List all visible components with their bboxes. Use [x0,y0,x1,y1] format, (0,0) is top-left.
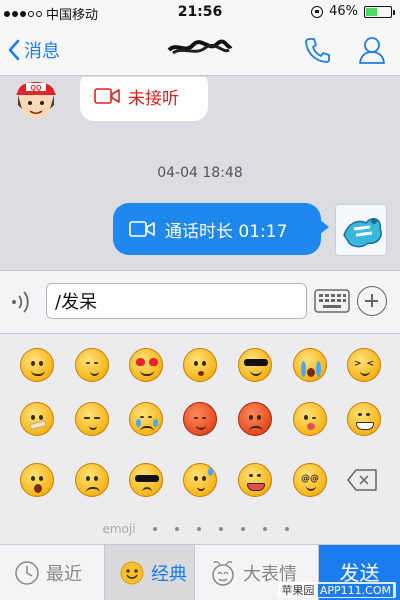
emoji-crying-loud[interactable] [293,348,327,382]
page-dot[interactable] [284,526,289,531]
voice-input-button[interactable] [10,289,36,319]
back-button[interactable]: 消息 [8,37,60,63]
contact-name-redacted [165,36,235,60]
battery-percent: 46% [329,4,358,19]
clock-icon [15,561,39,585]
character-avatar-icon [336,205,386,255]
call-duration-text: 通话时长 01:17 [165,221,288,242]
page-dot[interactable] [218,526,223,531]
missed-call-text: 未接听 [128,88,179,109]
emoji-embarrassed[interactable] [183,402,217,436]
page-dot[interactable] [152,526,157,531]
emoji-angry[interactable] [238,402,272,436]
navigation-bar: 消息 [0,24,400,76]
emoji-heart-eyes[interactable] [129,348,163,382]
message-input[interactable]: /发呆 [46,283,307,319]
qq-boy-avatar-icon: QQ [12,77,60,121]
site-watermark: 苹果园 APP111.COM [278,582,396,598]
video-camera-icon [94,88,120,104]
emoji-cool-shades[interactable] [129,463,163,497]
emoji-page-label: emoji [102,522,136,536]
svg-text:QQ: QQ [31,85,42,92]
emoji-smile[interactable] [20,348,54,382]
chat-area[interactable]: QQ 未接听 04-04 18:48 通话时长 01:17 [0,77,400,270]
person-icon [359,37,385,64]
page-dot[interactable] [240,526,245,531]
call-button[interactable] [304,36,330,68]
sound-wave-icon [12,291,29,313]
keyboard-icon [314,289,350,313]
emoji-grin[interactable] [347,402,381,436]
emoji-sweat[interactable] [183,463,217,497]
rotation-lock-icon [311,5,324,18]
keyboard-toggle-button[interactable] [314,289,350,313]
back-label: 消息 [24,41,60,62]
smiley-icon [120,561,144,585]
emoji-cheeky[interactable] [75,348,109,382]
sticker-face-icon [212,561,234,586]
my-avatar[interactable] [335,204,387,256]
phone-icon [305,38,330,63]
emoji-cry[interactable] [129,402,163,436]
more-options-button[interactable] [357,286,387,316]
contact-info-button[interactable] [358,35,386,69]
emoji-shut-mouth[interactable] [20,402,54,436]
emoji-panel: > < @ @ emoji [0,334,400,544]
emoji-category-bar: 最近 经典 大表情 发送 苹果园 APP111.COM [0,544,400,600]
message-timestamp: 04-04 18:48 [157,165,243,181]
emoji-laugh[interactable] [238,463,272,497]
tab-classic[interactable]: 经典 [105,545,195,600]
video-camera-icon [129,221,155,237]
emoji-page-indicator[interactable]: emoji [0,522,400,536]
emoji-wink-tongue[interactable] [293,402,327,436]
emoji-sad[interactable] [75,463,109,497]
redaction-scribble-icon [167,39,233,55]
missed-call-bubble[interactable]: 未接听 [80,77,208,121]
input-bar: /发呆 [0,270,400,334]
call-duration-bubble[interactable]: 通话时长 01:17 [113,203,329,255]
chevron-left-icon [8,39,20,61]
emoji-cool[interactable] [238,348,272,382]
watermark-brand: 苹果园 [281,584,315,597]
status-bar: 中国移动 21:56 46% [0,0,400,24]
delete-key[interactable] [346,468,378,492]
tab-recent[interactable]: 最近 [0,545,105,600]
battery-icon [364,5,395,18]
page-dot[interactable] [196,526,201,531]
page-dot[interactable] [262,526,267,531]
contact-avatar[interactable]: QQ [12,77,60,121]
emoji-dizzy[interactable]: @ @ [293,463,327,497]
emoji-surprised[interactable] [20,463,54,497]
page-dot[interactable] [174,526,179,531]
emoji-shy[interactable]: > < [347,348,381,382]
watermark-site: APP111.COM [317,584,393,597]
emoji-daze[interactable] [183,348,217,382]
status-right: 46% [311,4,395,19]
backspace-icon [347,469,377,491]
tab-classic-label: 经典 [151,564,187,585]
tab-recent-label: 最近 [46,564,82,585]
emoji-sleep[interactable] [75,402,109,436]
